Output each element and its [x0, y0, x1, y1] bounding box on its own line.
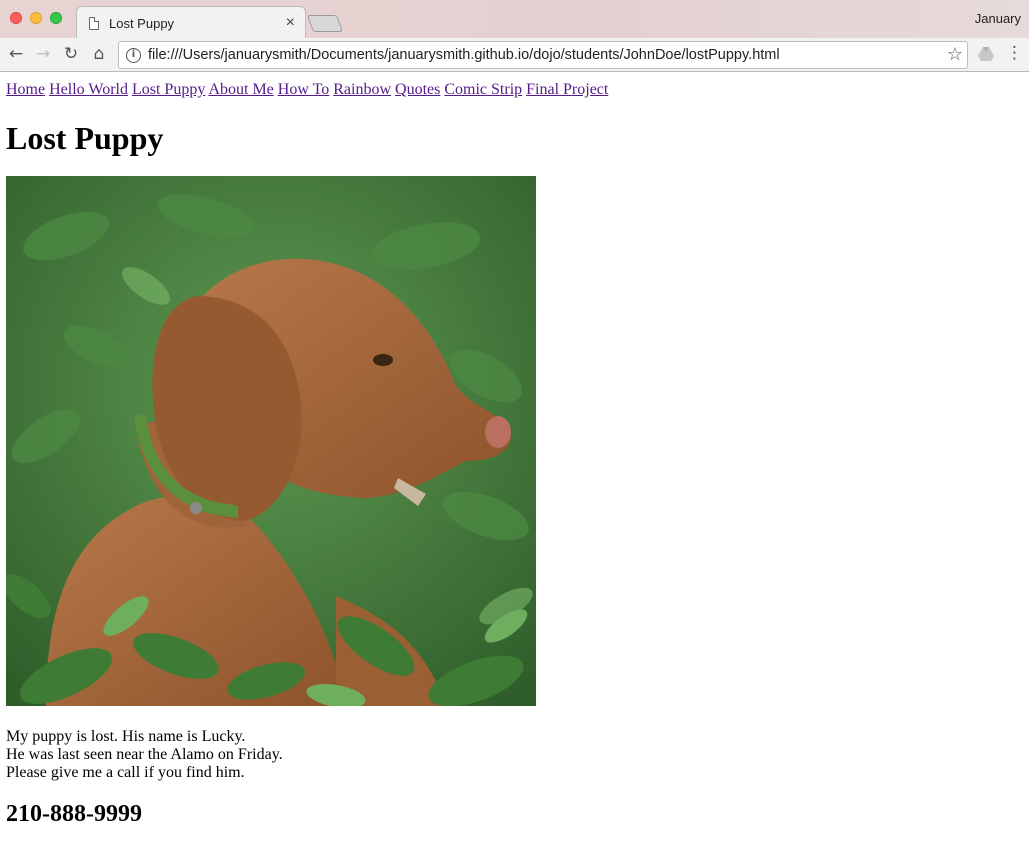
- url-text[interactable]: file:///Users/januarysmith/Documents/jan…: [148, 47, 780, 63]
- info-icon[interactable]: i: [126, 47, 141, 63]
- nav-link-quotes[interactable]: Quotes: [395, 81, 440, 98]
- tab-close-icon[interactable]: ×: [286, 13, 295, 33]
- nav-link-home[interactable]: Home: [6, 81, 45, 98]
- back-icon[interactable]: ←: [5, 43, 27, 65]
- description-line-1: My puppy is lost. His name is Lucky.: [6, 728, 246, 745]
- forward-icon[interactable]: →: [32, 43, 54, 65]
- nav-link-lost-puppy[interactable]: Lost Puppy: [132, 81, 205, 98]
- description-line-2: He was last seen near the Alamo on Frida…: [6, 746, 283, 763]
- window-close-button[interactable]: [10, 12, 22, 24]
- lost-puppy-description: My puppy is lost. His name is Lucky. He …: [6, 728, 1023, 782]
- nav-link-final-project[interactable]: Final Project: [526, 81, 608, 98]
- new-tab-button[interactable]: [306, 15, 344, 32]
- home-icon[interactable]: ⌂: [88, 43, 110, 65]
- phone-number: 210-888-9999: [6, 801, 142, 827]
- menu-icon[interactable]: ⋮: [1006, 43, 1023, 65]
- drive-extension-icon[interactable]: [978, 47, 994, 61]
- page-icon: [89, 16, 99, 30]
- window-minimize-button[interactable]: [30, 12, 42, 24]
- nav-link-how-to[interactable]: How To: [278, 81, 329, 98]
- browser-tab[interactable]: Lost Puppy ×: [76, 6, 306, 39]
- profile-name[interactable]: January: [975, 11, 1021, 26]
- nav-link-hello-world[interactable]: Hello World: [49, 81, 128, 98]
- browser-titlebar: Lost Puppy × January: [0, 0, 1029, 39]
- tab-title: Lost Puppy: [109, 15, 175, 31]
- reload-icon[interactable]: ↻: [60, 43, 82, 65]
- site-nav: Home Hello World Lost Puppy About Me How…: [6, 80, 1023, 100]
- browser-toolbar: ← → ↻ ⌂ i file:///Users/januarysmith/Doc…: [0, 38, 1029, 72]
- address-bar[interactable]: i file:///Users/januarysmith/Documents/j…: [118, 41, 968, 69]
- nav-link-rainbow[interactable]: Rainbow: [333, 81, 391, 98]
- puppy-photo: [6, 176, 536, 706]
- bookmark-star-icon[interactable]: ☆: [947, 44, 963, 65]
- description-line-3: Please give me a call if you find him.: [6, 764, 245, 781]
- page-content: Home Hello World Lost Puppy About Me How…: [0, 72, 1029, 828]
- window-maximize-button[interactable]: [50, 12, 62, 24]
- nav-link-about-me[interactable]: About Me: [208, 81, 273, 98]
- nav-link-comic-strip[interactable]: Comic Strip: [444, 81, 522, 98]
- page-title: Lost Puppy: [6, 120, 164, 156]
